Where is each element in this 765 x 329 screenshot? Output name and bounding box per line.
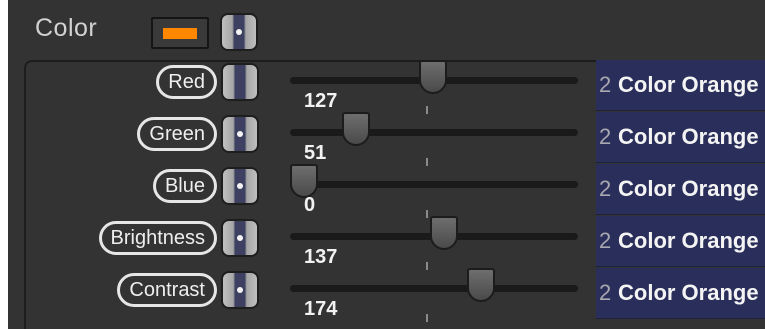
- mapping-knob-icon[interactable]: [221, 115, 259, 153]
- preset-name: Color Orange: [618, 72, 759, 97]
- slider-thumb[interactable]: [342, 112, 370, 146]
- param-label-button[interactable]: Contrast: [117, 273, 217, 307]
- slider-value: 137: [304, 246, 338, 268]
- param-row-red: Red 127 2 Color Orange: [8, 60, 765, 114]
- slider-track[interactable]: [290, 285, 578, 292]
- color-swatch[interactable]: [151, 17, 209, 49]
- param-row-green: Green 51 2 Color Orange: [8, 112, 765, 166]
- preset-index: 2: [599, 176, 612, 201]
- slider-value: 174: [304, 298, 338, 320]
- param-row-brightness: Brightness 137 2 Color Orange: [8, 216, 765, 270]
- mapping-knob-icon[interactable]: [221, 271, 259, 309]
- slider-track[interactable]: [290, 129, 578, 136]
- knob-dot: [237, 183, 243, 189]
- param-row-blue: Blue 0 2 Color Orange: [8, 164, 765, 218]
- param-label-button[interactable]: Brightness: [98, 221, 217, 255]
- color-preset-cell[interactable]: 2 Color Orange: [596, 164, 765, 215]
- preset-name: Color Orange: [618, 228, 759, 253]
- knob-dot: [237, 287, 243, 293]
- color-inspector: Color Red 127 2 Color Orange Green 51 2 Color O…: [8, 0, 765, 329]
- param-label-button[interactable]: Green: [137, 117, 217, 151]
- preset-name: Color Orange: [618, 280, 759, 305]
- param-label-button[interactable]: Red: [156, 65, 217, 99]
- knob-dot: [236, 29, 242, 35]
- slider-value: 51: [304, 142, 327, 164]
- param-label-button[interactable]: Blue: [152, 169, 217, 203]
- param-row-contrast: Contrast 174 2 Color Orange: [8, 268, 765, 322]
- color-preset-cell[interactable]: 2 Color Orange: [596, 268, 765, 319]
- color-mapping-knob-icon[interactable]: [220, 13, 258, 51]
- preset-index: 2: [599, 280, 612, 305]
- preset-index: 2: [599, 72, 612, 97]
- slider-thumb[interactable]: [290, 164, 318, 198]
- preset-name: Color Orange: [618, 124, 759, 149]
- knob-dot: [237, 235, 243, 241]
- mapping-knob-icon[interactable]: [221, 63, 259, 101]
- color-preset-cell[interactable]: 2 Color Orange: [596, 216, 765, 267]
- preset-index: 2: [599, 228, 612, 253]
- slider-thumb[interactable]: [467, 268, 496, 302]
- slider-thumb[interactable]: [429, 216, 458, 250]
- slider-value: 127: [304, 90, 338, 112]
- color-preset-cell[interactable]: 2 Color Orange: [596, 112, 765, 163]
- section-title: Color: [35, 14, 98, 42]
- preset-index: 2: [599, 124, 612, 149]
- mapping-knob-icon[interactable]: [221, 167, 259, 205]
- mapping-knob-icon[interactable]: [221, 219, 259, 257]
- slider-center-tick: [426, 314, 428, 322]
- preset-name: Color Orange: [618, 176, 759, 201]
- color-swatch-fill: [163, 28, 197, 39]
- slider-value: 0: [304, 194, 316, 216]
- slider-thumb[interactable]: [419, 60, 448, 94]
- knob-dot: [237, 131, 243, 137]
- color-preset-cell[interactable]: 2 Color Orange: [596, 60, 765, 111]
- slider-track[interactable]: [290, 181, 578, 188]
